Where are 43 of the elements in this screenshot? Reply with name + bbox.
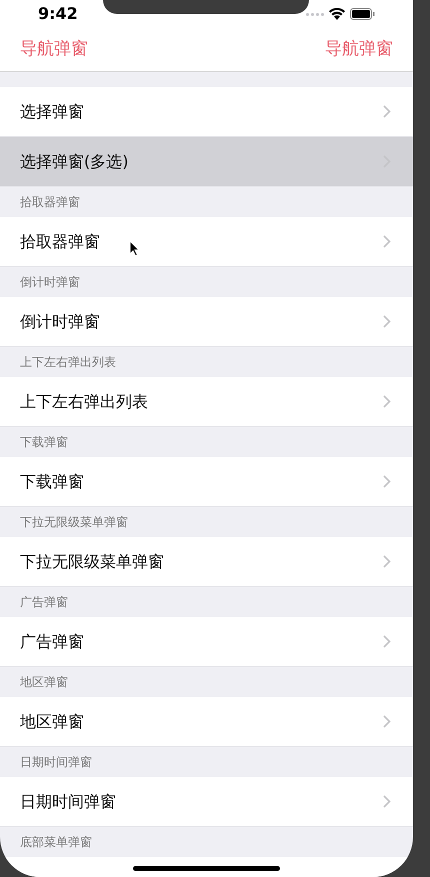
section-header: 广告弹窗 <box>20 594 68 611</box>
chevron-icon <box>383 475 391 488</box>
list-row[interactable]: 下载弹窗 <box>0 457 413 507</box>
section-header: 倒计时弹窗 <box>20 274 80 291</box>
list-row[interactable]: 上下左右弹出列表 <box>0 377 413 427</box>
list-row[interactable]: 选择弹窗(多选) <box>0 137 413 187</box>
section-header: 下载弹窗 <box>20 434 68 451</box>
row-label: 日期时间弹窗 <box>20 790 116 812</box>
list-row[interactable]: 日期时间弹窗 <box>0 777 413 827</box>
section-header: 底部菜单弹窗 <box>20 834 92 851</box>
row-label: 下拉无限级菜单弹窗 <box>20 550 164 572</box>
section-header: 上下左右弹出列表 <box>20 354 116 371</box>
row-label: 选择弹窗 <box>20 100 84 122</box>
row-label: 广告弹窗 <box>20 630 84 652</box>
cursor-icon <box>129 240 140 257</box>
list-row[interactable]: 地区弹窗 <box>0 697 413 747</box>
chevron-icon <box>383 555 391 568</box>
chevron-icon <box>383 715 391 728</box>
section-header: 拾取器弹窗 <box>20 194 80 211</box>
row-label: 地区弹窗 <box>20 710 84 732</box>
battery-icon <box>350 8 375 20</box>
section-header: 地区弹窗 <box>20 674 68 691</box>
row-label: 选择弹窗(多选) <box>20 150 128 172</box>
list-row[interactable]: 下拉无限级菜单弹窗 <box>0 537 413 587</box>
row-label: 倒计时弹窗 <box>20 310 100 332</box>
chevron-icon <box>383 395 391 408</box>
section-header: 日期时间弹窗 <box>20 754 92 771</box>
row-label: 上下左右弹出列表 <box>20 390 148 412</box>
chevron-icon <box>383 795 391 808</box>
list-row[interactable]: 选择弹窗 <box>0 87 413 137</box>
wifi-icon <box>329 8 345 20</box>
row-label: 拾取器弹窗 <box>20 230 100 252</box>
list-row[interactable]: 倒计时弹窗 <box>0 297 413 347</box>
chevron-icon <box>383 315 391 328</box>
chevron-icon <box>383 105 391 118</box>
row-label: 下载弹窗 <box>20 470 84 492</box>
list-row[interactable]: 拾取器弹窗 <box>0 217 413 267</box>
chevron-icon <box>383 235 391 248</box>
section-header: 下拉无限级菜单弹窗 <box>20 514 128 531</box>
signal-icon <box>306 12 324 16</box>
list-row[interactable]: 广告弹窗 <box>0 617 413 667</box>
status-time: 9:42 <box>38 3 78 25</box>
chevron-icon <box>383 635 391 648</box>
